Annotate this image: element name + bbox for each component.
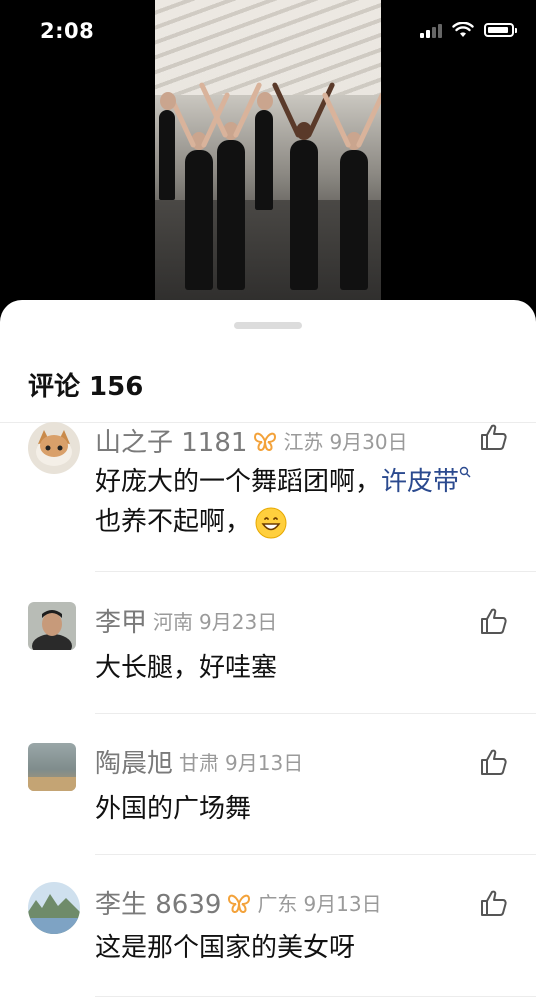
dancer-figure (166, 91, 231, 290)
butterfly-badge-icon (228, 894, 251, 913)
comment-header: 李生 8639 广东 9月13日 (95, 884, 382, 921)
username[interactable]: 李生 8639 (95, 884, 221, 921)
thumbs-up-icon[interactable] (478, 888, 508, 918)
dancer-figure (198, 81, 263, 290)
comment-item: 李生 8639 广东 9月13日 这是那个国家的美女呀 (0, 882, 536, 1000)
comments-title: 评论 156 (28, 372, 144, 402)
avatar[interactable] (28, 743, 76, 791)
divider (95, 713, 536, 714)
comment-text: 大长腿，好哇塞 (95, 653, 278, 683)
comment-date: 9月30日 (329, 430, 408, 454)
comment-item: 陶晨旭 甘肃 9月13日 外国的广场舞 (0, 743, 536, 855)
avatar[interactable] (28, 602, 76, 650)
username[interactable]: 李甲 (95, 602, 147, 639)
thumbs-up-icon[interactable] (478, 422, 508, 452)
status-bar: 2:08 (0, 0, 536, 64)
thumbs-up-icon[interactable] (478, 606, 508, 636)
comment-text: 这是那个国家的美女呀 (95, 933, 356, 963)
comment-header: 李甲 河南 9月23日 (95, 602, 277, 639)
search-icon[interactable] (459, 466, 471, 478)
comment-region: 广东 (257, 892, 298, 916)
comment-item: 山之子 1181 江苏 9月30日 好庞大的一个舞蹈团啊，许皮带也养不起啊， (0, 422, 536, 572)
status-icons (420, 22, 517, 38)
divider (95, 571, 536, 572)
comment-text: 外国的广场舞 (95, 794, 252, 824)
username[interactable]: 陶晨旭 (95, 743, 173, 780)
wifi-icon (452, 22, 474, 37)
butterfly-badge-icon (254, 432, 277, 451)
comment-header: 陶晨旭 甘肃 9月13日 (95, 743, 303, 780)
comment-text: 好庞大的一个舞蹈团啊，许皮带也养不起啊， (95, 462, 496, 542)
dancer-figure (159, 92, 176, 200)
thumbs-up-icon[interactable] (478, 747, 508, 777)
comment-date: 9月13日 (303, 892, 382, 916)
comment-date: 9月23日 (199, 610, 278, 634)
comment-item: 李甲 河南 9月23日 大长腿，好哇塞 (0, 602, 536, 714)
dancer-figure (271, 81, 336, 290)
grinning-face-icon (255, 507, 287, 538)
cellular-signal-icon (420, 23, 442, 38)
comment-text-part: 也养不起啊， (95, 507, 252, 537)
topic-link[interactable]: 许皮带 (381, 467, 459, 497)
comment-region: 江苏 (283, 430, 324, 454)
divider (95, 996, 536, 997)
comment-header: 山之子 1181 江苏 9月30日 (95, 422, 408, 459)
avatar[interactable] (28, 422, 80, 474)
comments-sheet: 评论 156 山之子 1181 江苏 9月30日 好庞大的一个舞蹈团啊，许皮带也… (0, 300, 536, 1000)
sheet-drag-handle[interactable] (234, 322, 302, 329)
username[interactable]: 山之子 1181 (95, 422, 247, 459)
avatar[interactable] (28, 882, 80, 934)
battery-icon (484, 23, 517, 37)
comment-region: 河南 (153, 610, 194, 634)
comment-region: 甘肃 (179, 751, 220, 775)
status-time: 2:08 (40, 19, 95, 43)
comment-text-part: 好庞大的一个舞蹈团啊， (95, 467, 382, 497)
dancer-figure (255, 92, 273, 210)
divider (95, 854, 536, 855)
dancer-figure (321, 91, 381, 290)
comment-date: 9月13日 (225, 751, 304, 775)
